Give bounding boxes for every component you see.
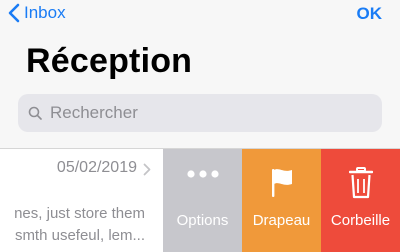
- trash-action-button[interactable]: Corbeille: [321, 149, 400, 252]
- chevron-left-icon: [8, 3, 20, 23]
- search-input[interactable]: [48, 102, 372, 124]
- preview-line: nes, just store them: [14, 205, 145, 222]
- flag-label: Drapeau: [252, 212, 311, 229]
- message-preview: nes, just store them smth usefeul, lem..…: [0, 203, 145, 247]
- flag-icon: [271, 169, 292, 197]
- search-icon: [28, 106, 42, 120]
- back-label: Inbox: [24, 3, 66, 22]
- flag-action-button[interactable]: Drapeau: [242, 149, 321, 252]
- trash-icon: [348, 167, 373, 199]
- back-button[interactable]: Inbox: [8, 3, 66, 23]
- trash-label: Corbeille: [330, 212, 391, 229]
- preview-line: smth usefeul, lem...: [14, 227, 145, 244]
- ok-button[interactable]: OK: [357, 4, 383, 24]
- mail-header-area: Inbox OK Réception: [0, 0, 400, 148]
- options-action-button[interactable]: Options: [163, 149, 242, 252]
- message-row[interactable]: 05/02/2019 nes, just store them smth use…: [0, 149, 163, 252]
- chevron-right-icon: [143, 163, 151, 176]
- page-title: Réception: [26, 42, 193, 80]
- search-bar[interactable]: [18, 94, 382, 132]
- options-label: Options: [176, 212, 229, 229]
- more-icon: [186, 170, 219, 178]
- message-date: 05/02/2019: [56, 159, 137, 176]
